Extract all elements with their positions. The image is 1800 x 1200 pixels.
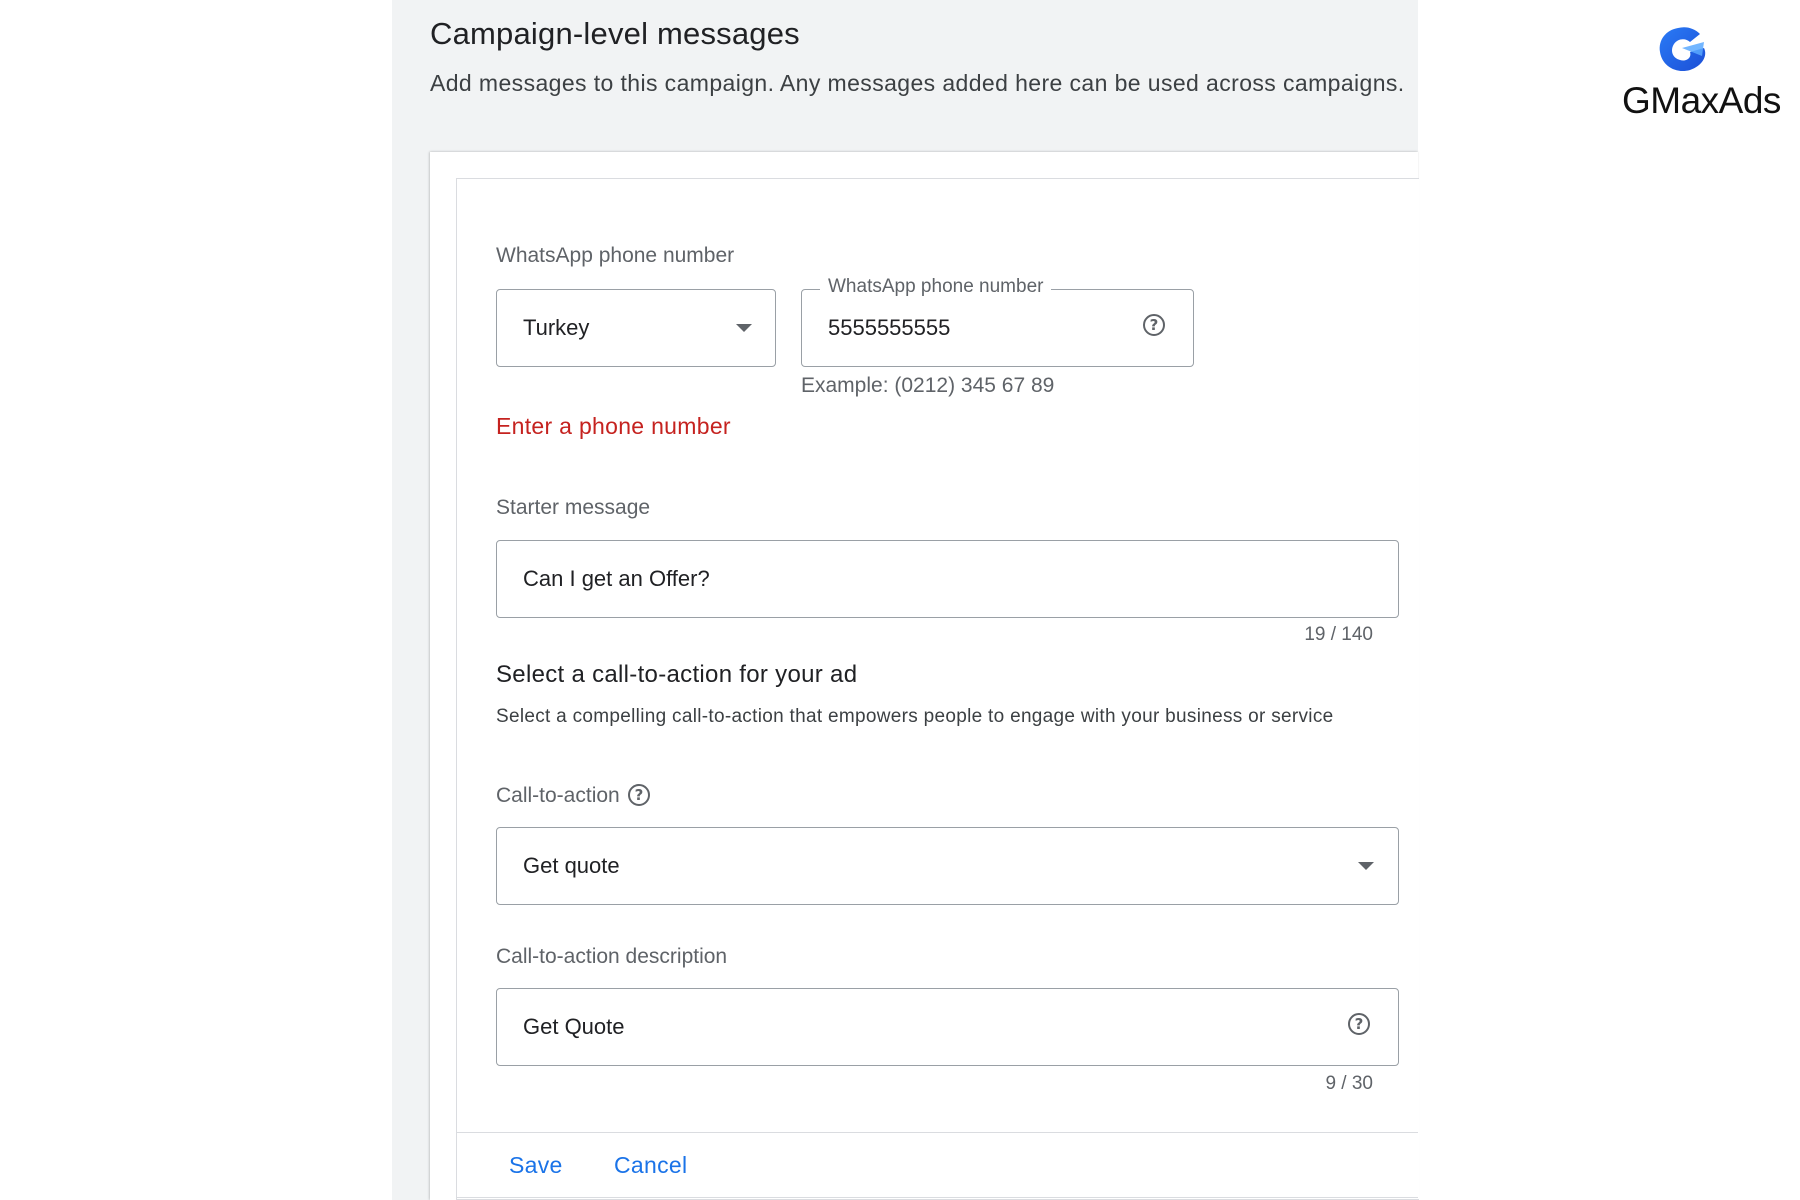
starter-message-counter: 19 / 140 — [1304, 624, 1373, 645]
page-subtitle: Add messages to this campaign. Any messa… — [430, 70, 1405, 96]
help-icon[interactable]: ? — [628, 784, 650, 806]
country-select-value: Turkey — [523, 315, 590, 340]
chevron-down-icon — [736, 324, 752, 332]
help-icon[interactable]: ? — [1143, 314, 1165, 336]
phone-error-message: Enter a phone number — [496, 413, 731, 439]
phone-number-floating-label: WhatsApp phone number — [820, 276, 1052, 298]
chevron-down-icon — [1358, 862, 1374, 870]
whatsapp-section-label: WhatsApp phone number — [496, 244, 735, 267]
cta-select[interactable]: Get quote — [496, 827, 1399, 905]
phone-number-field[interactable]: WhatsApp phone number 5555555555 ? — [801, 276, 1194, 367]
gmaxads-logo-text: GMaxAds — [1622, 80, 1781, 121]
starter-message-label: Starter message — [496, 496, 651, 519]
cta-description-value: Get Quote — [523, 1014, 625, 1039]
help-icon[interactable]: ? — [1348, 1013, 1370, 1035]
cta-label-text: Call-to-action — [496, 784, 620, 807]
save-button[interactable]: Save — [509, 1152, 563, 1179]
country-select[interactable]: Turkey — [496, 289, 776, 367]
phone-number-value: 5555555555 — [828, 315, 951, 340]
starter-message-value: Can I get an Offer? — [523, 566, 710, 591]
cancel-button[interactable]: Cancel — [614, 1152, 687, 1179]
cta-description-label: Call-to-action description — [496, 945, 728, 968]
bottom-divider — [456, 1197, 1418, 1198]
cta-section-title: Select a call-to-action for your ad — [496, 661, 858, 688]
cta-label: Call-to-action — [496, 784, 620, 808]
gmaxads-logo-icon — [1659, 27, 1706, 72]
cta-description-input[interactable]: Get Quote ? — [496, 988, 1399, 1066]
phone-number-hint: Example: (0212) 345 67 89 — [801, 374, 1055, 397]
page-title: Campaign-level messages — [430, 16, 800, 51]
footer-divider — [456, 1132, 1418, 1133]
cta-description-counter: 9 / 30 — [1325, 1073, 1373, 1094]
cta-select-value: Get quote — [523, 853, 620, 878]
cta-section-description: Select a compelling call-to-action that … — [496, 706, 1334, 727]
starter-message-input[interactable]: Can I get an Offer? — [496, 540, 1399, 618]
